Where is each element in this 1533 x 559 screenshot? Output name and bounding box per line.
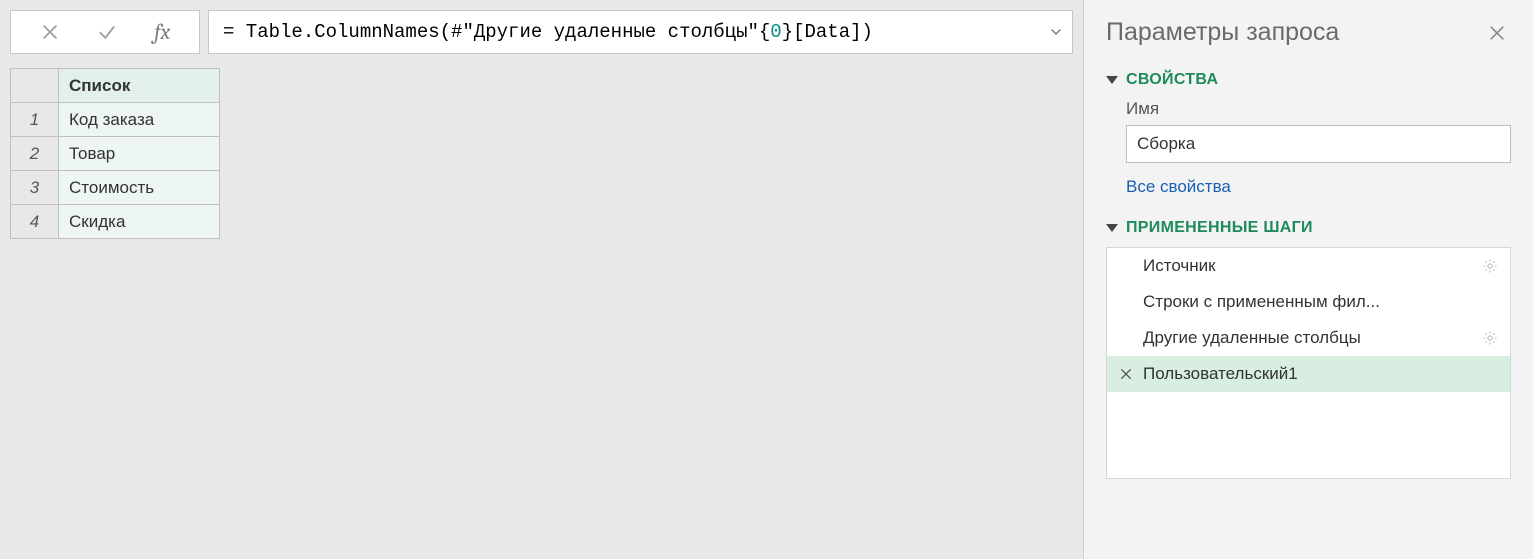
- gear-icon[interactable]: [1478, 330, 1502, 346]
- list-cell: Код заказа: [59, 103, 220, 137]
- gear-icon[interactable]: [1478, 258, 1502, 274]
- step-item[interactable]: Пользовательский1: [1107, 356, 1510, 392]
- fx-button[interactable]: fx: [148, 19, 176, 45]
- list-cell: Товар: [59, 137, 220, 171]
- steps-list: Источник Строки с примененным фил... Дру…: [1106, 247, 1511, 479]
- query-name-input[interactable]: [1126, 125, 1511, 163]
- delete-step-icon[interactable]: [1115, 366, 1137, 382]
- step-item[interactable]: Другие удаленные столбцы: [1107, 320, 1510, 356]
- step-label: Источник: [1137, 256, 1478, 276]
- formula-input[interactable]: = Table.ColumnNames(#"Другие удаленные с…: [208, 10, 1073, 54]
- name-label: Имя: [1126, 99, 1511, 119]
- formula-confirm-icon[interactable]: [91, 22, 123, 42]
- row-number: 4: [11, 205, 59, 239]
- row-number: 2: [11, 137, 59, 171]
- step-label: Другие удаленные столбцы: [1137, 328, 1478, 348]
- steps-heading: ПРИМЕНЕННЫЕ ШАГИ: [1126, 219, 1313, 237]
- steps-toggle[interactable]: ПРИМЕНЕННЫЕ ШАГИ: [1106, 219, 1511, 237]
- all-properties-link[interactable]: Все свойства: [1126, 177, 1231, 197]
- formula-bar-row: fx = Table.ColumnNames(#"Другие удаленны…: [10, 10, 1073, 54]
- close-icon[interactable]: [1483, 19, 1511, 47]
- formula-expand-icon[interactable]: [1048, 24, 1064, 40]
- table-corner[interactable]: [11, 69, 59, 103]
- step-label: Пользовательский1: [1137, 364, 1502, 384]
- table-row[interactable]: 2 Товар: [11, 137, 220, 171]
- list-cell: Стоимость: [59, 171, 220, 205]
- chevron-down-icon: [1106, 76, 1118, 84]
- list-cell: Скидка: [59, 205, 220, 239]
- step-label: Строки с примененным фил...: [1137, 292, 1502, 312]
- step-item[interactable]: Источник: [1107, 248, 1510, 284]
- step-item[interactable]: Строки с примененным фил...: [1107, 284, 1510, 320]
- table-row[interactable]: 1 Код заказа: [11, 103, 220, 137]
- table-row[interactable]: 3 Стоимость: [11, 171, 220, 205]
- row-number: 3: [11, 171, 59, 205]
- properties-heading: СВОЙСТВА: [1126, 71, 1218, 89]
- row-number: 1: [11, 103, 59, 137]
- chevron-down-icon: [1106, 224, 1118, 232]
- table-row[interactable]: 4 Скидка: [11, 205, 220, 239]
- list-column-header[interactable]: Список: [59, 69, 220, 103]
- panel-header: Параметры запроса: [1106, 18, 1511, 47]
- properties-section: СВОЙСТВА Имя Все свойства: [1106, 71, 1511, 197]
- formula-cancel-icon[interactable]: [34, 22, 66, 42]
- properties-toggle[interactable]: СВОЙСТВА: [1106, 71, 1511, 89]
- formula-toolbar: fx: [10, 10, 200, 54]
- panel-title: Параметры запроса: [1106, 18, 1339, 47]
- formula-text: = Table.ColumnNames(#"Другие удаленные с…: [223, 21, 873, 43]
- applied-steps-section: ПРИМЕНЕННЫЕ ШАГИ Источник Строки с приме…: [1106, 219, 1511, 527]
- query-settings-panel: Параметры запроса СВОЙСТВА Имя Все свойс…: [1083, 0, 1533, 559]
- result-list-table: Список 1 Код заказа 2 Товар 3 Стоимость …: [10, 68, 220, 239]
- main-content: fx = Table.ColumnNames(#"Другие удаленны…: [0, 0, 1083, 559]
